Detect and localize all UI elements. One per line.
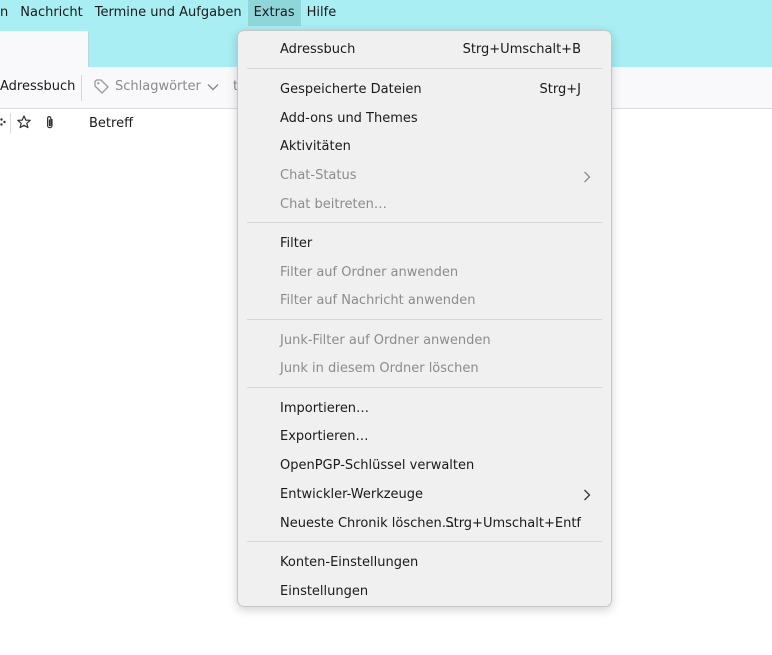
menu-item-run-filters-message[interactable]: Filter auf Nachricht anwenden — [280, 290, 581, 312]
column-separator — [10, 113, 11, 133]
menu-item-activities[interactable]: Aktivitäten — [280, 136, 581, 158]
toolbar-separator — [81, 75, 82, 101]
menu-item-clear-history[interactable]: Neueste Chronik löschen… Strg+Umschalt+E… — [280, 513, 581, 535]
menu-separator — [247, 68, 602, 69]
menu-separator — [247, 222, 602, 223]
chevron-right-icon — [584, 489, 591, 501]
menu-bar: n Nachricht Termine und Aufgaben Extras … — [0, 0, 772, 26]
menu-item-saved-files[interactable]: Gespeicherte Dateien Strg+J — [280, 79, 581, 101]
menubar-item-help[interactable]: Hilfe — [301, 0, 343, 26]
menu-item-label: Junk-Filter auf Ordner anwenden — [280, 333, 491, 348]
menu-item-chat-status[interactable]: Chat-Status — [280, 165, 591, 187]
tab-mail[interactable] — [0, 31, 89, 67]
menu-item-filters[interactable]: Filter — [280, 233, 581, 255]
menu-separator — [247, 387, 602, 388]
menu-item-label: Importieren… — [280, 401, 370, 416]
menu-item-label: Exportieren… — [280, 429, 369, 444]
menu-item-run-filters-folder[interactable]: Filter auf Ordner anwenden — [280, 262, 581, 284]
menu-item-delete-junk[interactable]: Junk in diesem Ordner löschen — [280, 358, 581, 380]
menu-item-export[interactable]: Exportieren… — [280, 426, 581, 448]
menu-item-label: Neueste Chronik löschen… — [280, 516, 455, 531]
tags-label: Schlagwörter — [115, 79, 201, 94]
menu-item-shortcut: Strg+J — [539, 82, 581, 97]
menu-item-label: Einstellungen — [280, 584, 369, 599]
menu-item-join-chat[interactable]: Chat beitreten… — [280, 194, 581, 216]
attachment-icon[interactable] — [44, 115, 56, 130]
chevron-right-icon — [584, 171, 591, 183]
menu-item-label: Add-ons und Themes — [280, 111, 418, 126]
chevron-down-icon — [207, 83, 219, 90]
menu-item-label: Filter auf Nachricht anwenden — [280, 293, 476, 308]
menu-item-import[interactable]: Importieren… — [280, 398, 581, 420]
menu-item-junk-filter-folder[interactable]: Junk-Filter auf Ordner anwenden — [280, 330, 581, 352]
menu-item-label: Aktivitäten — [280, 139, 351, 154]
subject-column-header[interactable]: Betreff — [89, 116, 133, 131]
menu-item-addons-themes[interactable]: Add-ons und Themes — [280, 108, 581, 130]
thread-picker-icon[interactable] — [0, 115, 6, 129]
menubar-item-tools[interactable]: Extras — [247, 0, 301, 26]
menu-item-developer-tools[interactable]: Entwickler-Werkzeuge — [280, 484, 591, 506]
extras-menu: Adressbuch Strg+Umschalt+B Gespeicherte … — [237, 30, 612, 607]
menubar-item-message[interactable]: Nachricht — [14, 0, 89, 26]
menu-item-label: Konten-Einstellungen — [280, 555, 419, 570]
menu-item-account-settings[interactable]: Konten-Einstellungen — [280, 552, 581, 574]
menu-item-label: Junk in diesem Ordner löschen — [280, 361, 479, 376]
menu-item-label: OpenPGP-Schlüssel verwalten — [280, 458, 475, 473]
menu-item-label: Gespeicherte Dateien — [280, 82, 422, 97]
menu-item-label: Filter auf Ordner anwenden — [280, 265, 459, 280]
tag-icon — [94, 79, 109, 94]
menu-item-settings[interactable]: Einstellungen — [280, 581, 581, 603]
menu-item-openpgp-keys[interactable]: OpenPGP-Schlüssel verwalten — [280, 455, 581, 477]
tags-button[interactable]: Schlagwörter — [93, 78, 224, 95]
menu-item-shortcut: Strg+Umschalt+B — [462, 42, 581, 57]
menu-item-label: Chat-Status — [280, 168, 357, 183]
menu-item-label: Chat beitreten… — [280, 197, 387, 212]
menu-item-label: Filter — [280, 236, 313, 251]
menu-separator — [247, 541, 602, 542]
menu-item-shortcut: Strg+Umschalt+Entf — [445, 516, 581, 531]
menu-item-label: Entwickler-Werkzeuge — [280, 487, 424, 502]
menu-item-label: Adressbuch — [280, 42, 356, 57]
address-book-button[interactable]: Adressbuch — [0, 79, 75, 94]
menu-separator — [247, 319, 602, 320]
menubar-item-view[interactable]: n — [0, 0, 14, 26]
star-icon[interactable] — [17, 115, 31, 129]
menubar-item-events-tasks[interactable]: Termine und Aufgaben — [89, 0, 248, 26]
menu-item-address-book[interactable]: Adressbuch Strg+Umschalt+B — [280, 39, 581, 61]
